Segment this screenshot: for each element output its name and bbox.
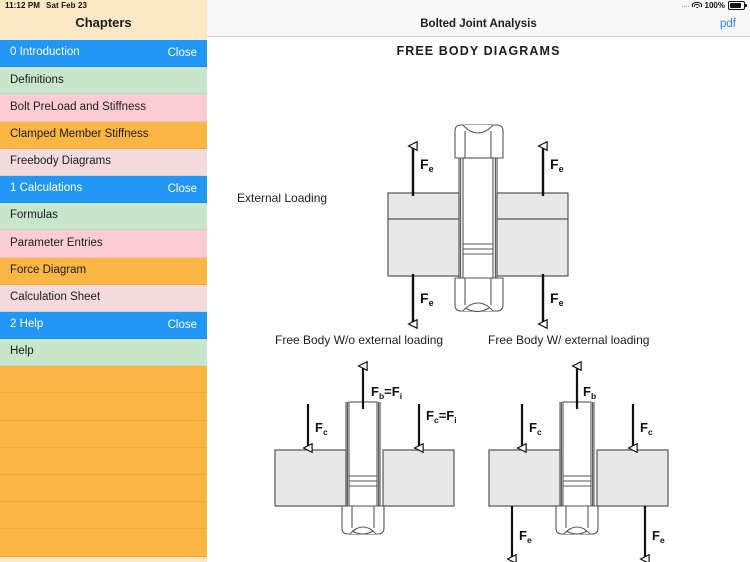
force-label-fc-right: Fc xyxy=(640,420,653,437)
force-label-fe-right: Fe xyxy=(652,528,665,545)
sidebar-item-label: Definitions xyxy=(10,73,64,86)
status-bar-right: .... 100% xyxy=(681,1,747,10)
force-label-fe-bottom-right: Fe xyxy=(550,290,564,308)
sidebar-item-calculation-sheet[interactable]: Calculation Sheet xyxy=(0,284,207,312)
force-label-fc-left: Fc xyxy=(529,420,542,437)
sidebar-item-label: Freebody Diagrams xyxy=(10,155,111,168)
sidebar-item-label: 2 Help xyxy=(10,318,44,331)
sidebar-item-empty xyxy=(0,393,207,421)
chapters-sidebar: Chapters 0 Introduction Close Definitions B… xyxy=(0,0,207,562)
sidebar-item-label: Clamped Member Stiffness xyxy=(10,127,149,140)
status-date: Sat Feb 23 xyxy=(46,1,88,10)
battery-full-icon xyxy=(728,1,747,10)
sidebar-close-button[interactable]: Close xyxy=(168,319,197,331)
sidebar-item-label: 0 Introduction xyxy=(10,46,80,59)
sidebar-item-empty xyxy=(0,502,207,530)
force-label-fe-bottom-left: Fe xyxy=(420,290,434,308)
sidebar-item-label: Force Diagram xyxy=(10,263,87,276)
sidebar-close-button[interactable]: Close xyxy=(168,183,197,195)
sidebar-item-empty xyxy=(0,529,207,557)
sidebar-item-label: Calculation Sheet xyxy=(10,291,101,304)
sidebar-close-button[interactable]: Close xyxy=(168,47,197,59)
sidebar-item-label: Parameter Entries xyxy=(10,236,103,249)
sidebar-item-label: Formulas xyxy=(10,209,58,222)
document-body: FREE BODY DIAGRAMS External Loading Fe F… xyxy=(207,36,750,562)
sidebar-item-force-diagram[interactable]: Force Diagram xyxy=(0,257,207,285)
status-bar: 11:12 PM Sat Feb 23 .... 100% xyxy=(0,0,750,14)
sidebar-item-freebody-diagrams[interactable]: Freebody Diagrams xyxy=(0,148,207,176)
content-pane: Bolted Joint Analysis pdf FREE BODY DIAG… xyxy=(207,0,750,562)
sidebar-item-bolt-preload-and-stiffness[interactable]: Bolt PreLoad and Stiffness xyxy=(0,94,207,122)
wifi-icon xyxy=(692,2,703,10)
app-root: 11:12 PM Sat Feb 23 .... 100% Chapters 0… xyxy=(0,0,750,562)
sidebar-item-definitions[interactable]: Definitions xyxy=(0,67,207,95)
battery-percent-label: 100% xyxy=(704,1,725,10)
force-label-fc-equals-fi: Fc=Fi xyxy=(426,408,457,425)
sidebar-item-empty xyxy=(0,475,207,503)
force-label-fc-left: Fc xyxy=(315,420,328,437)
figure-free-body-without-external: Fc Fb=Fi Fc=Fi xyxy=(265,354,475,562)
document-heading: FREE BODY DIAGRAMS xyxy=(396,44,561,58)
sidebar-item-help[interactable]: Help xyxy=(0,339,207,367)
sidebar-item-parameter-entries[interactable]: Parameter Entries xyxy=(0,230,207,258)
caption-free-body-without-external-loading: Free Body W/o external loading xyxy=(275,333,444,347)
pdf-export-link[interactable]: pdf xyxy=(720,18,736,30)
sidebar-item-empty xyxy=(0,366,207,394)
sidebar-item-2-help[interactable]: 2 Help Close xyxy=(0,311,207,340)
sidebar-item-empty xyxy=(0,420,207,448)
sidebar-item-label: 1 Calculations xyxy=(10,182,83,195)
caption-free-body-with-external-loading: Free Body W/ external loading xyxy=(488,333,650,347)
figure-free-body-with-external: Fc Fb Fc Fe Fe xyxy=(479,354,694,562)
force-label-fb: Fb xyxy=(583,384,596,401)
sidebar-item-0-introduction[interactable]: 0 Introduction Close xyxy=(0,40,207,68)
sidebar-item-empty xyxy=(0,447,207,475)
signal-dots-icon: .... xyxy=(681,2,690,9)
sidebar-item-clamped-member-stiffness[interactable]: Clamped Member Stiffness xyxy=(0,121,207,149)
caption-external-loading: External Loading xyxy=(237,191,328,205)
force-label-fe-left: Fe xyxy=(519,528,532,545)
sidebar-item-formulas[interactable]: Formulas xyxy=(0,203,207,231)
status-time: 11:12 PM xyxy=(5,1,41,10)
force-label-fb-equals-fi: Fb=Fi xyxy=(371,384,402,401)
sidebar-item-label: Bolt PreLoad and Stiffness xyxy=(10,100,146,113)
status-bar-left: 11:12 PM Sat Feb 23 xyxy=(5,1,87,10)
chapter-list: 0 Introduction Close Definitions Bolt PreLo… xyxy=(0,40,207,562)
sidebar-title: Chapters xyxy=(75,15,132,30)
figure-external-loading: Fe Fe Fe Fe xyxy=(367,86,627,316)
page-title: Bolted Joint Analysis xyxy=(420,18,537,30)
sidebar-item-label: Help xyxy=(10,345,34,358)
sidebar-item-1-calculations[interactable]: 1 Calculations Close xyxy=(0,175,207,204)
force-label-fe-top-left: Fe xyxy=(420,156,434,174)
force-label-fe-top-right: Fe xyxy=(550,156,564,174)
